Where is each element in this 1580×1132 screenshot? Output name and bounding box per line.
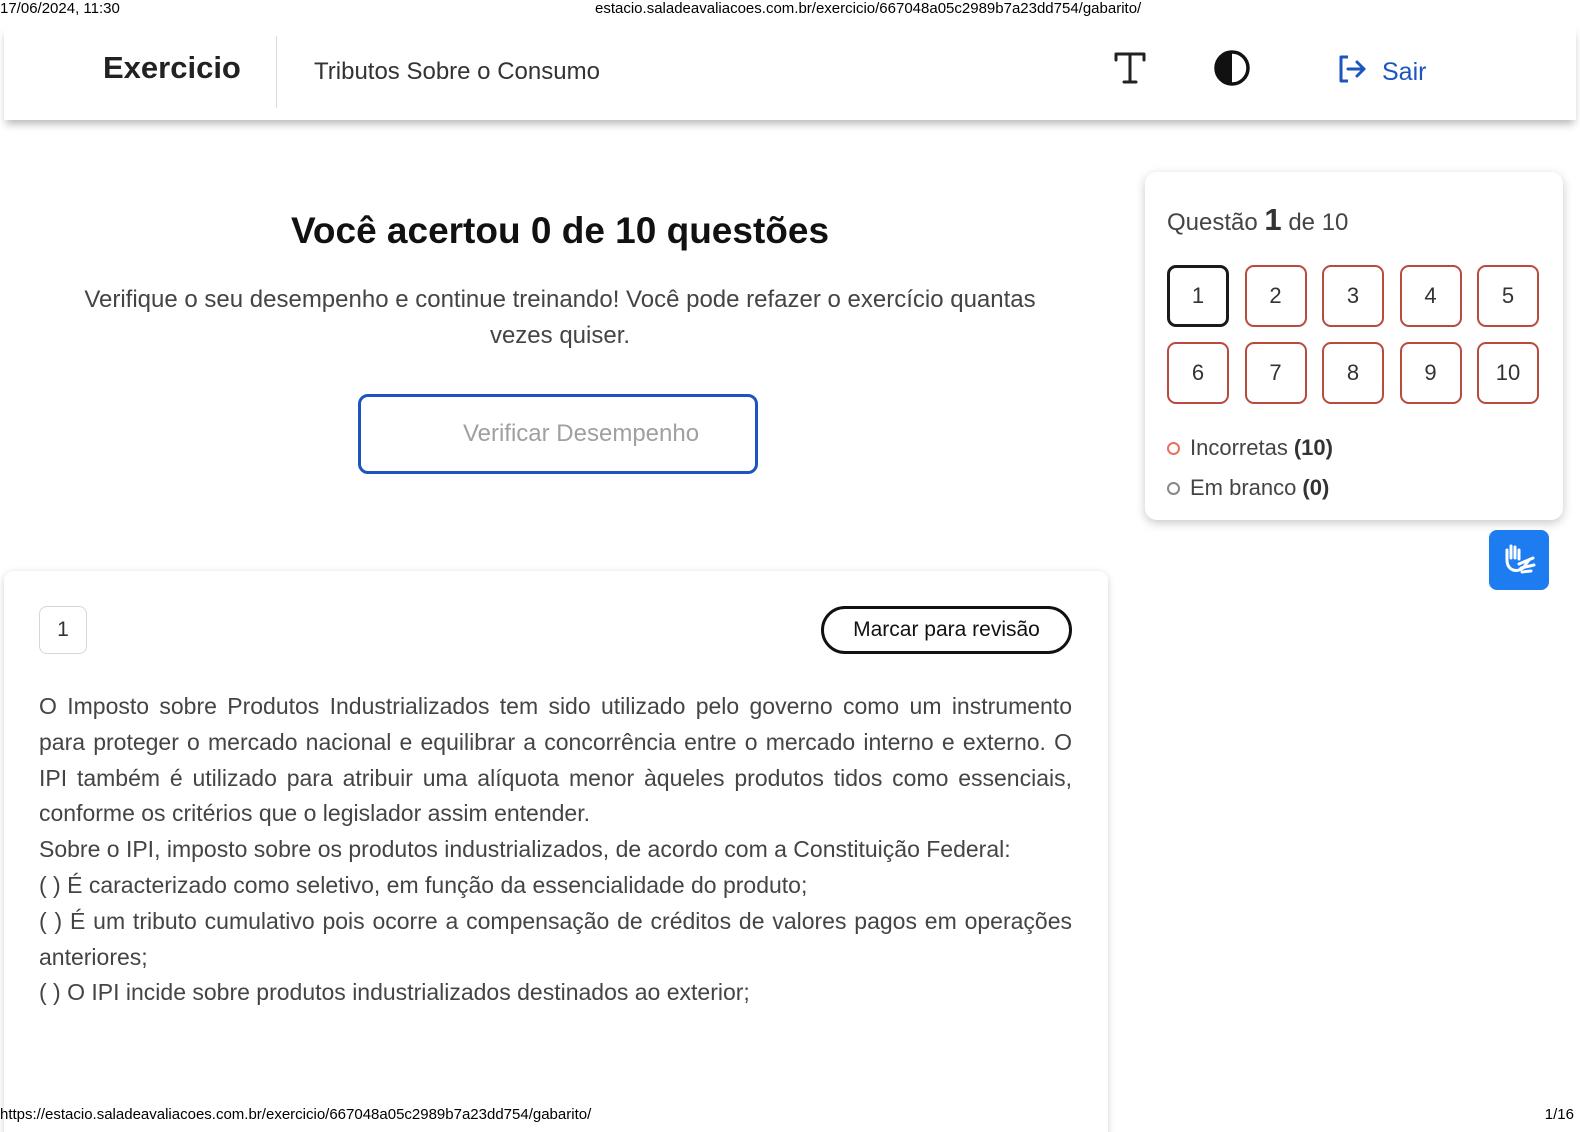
sign-language-icon: [1499, 538, 1539, 583]
question-button-7[interactable]: 7: [1244, 342, 1307, 404]
legend-blank-count: (0): [1302, 475, 1330, 500]
print-header: 17/06/2024, 11:30 estacio.saladeavaliaco…: [0, 0, 1580, 18]
question-statement: ( ) O IPI incide sobre produtos industri…: [39, 979, 750, 1006]
incorrect-dot-icon: [1167, 441, 1180, 455]
sign-language-button[interactable]: [1489, 530, 1549, 590]
print-datetime: 17/06/2024, 11:30: [0, 0, 120, 17]
question-button-4[interactable]: 4: [1399, 265, 1462, 327]
question-button-5[interactable]: 5: [1477, 265, 1539, 327]
check-performance-button[interactable]: Verificar Desempenho: [358, 394, 758, 474]
question-number: 1: [39, 606, 87, 654]
navigator-legend: Incorretas (10) Em branco (0): [1167, 428, 1333, 508]
blank-dot-icon: [1167, 481, 1180, 495]
question-button-1[interactable]: 1: [1167, 265, 1229, 327]
question-button-3[interactable]: 3: [1322, 265, 1384, 327]
question-statement: ( ) É um tributo cumulativo pois ocorre …: [39, 907, 1072, 970]
question-navigator: Questão 1 de 10 1 2 3 4 5 6 7 8 9 10 Inc…: [1145, 172, 1563, 520]
question-text: O Imposto sobre Produtos Industrializado…: [39, 689, 1072, 1011]
legend-incorrect: Incorretas (10): [1167, 428, 1333, 468]
result-summary: Você acertou 0 de 10 questões Verifique …: [20, 210, 1100, 354]
question-paragraph: Sobre o IPI, imposto sobre os produtos i…: [39, 836, 1011, 863]
mark-for-review-button[interactable]: Marcar para revisão: [821, 606, 1072, 654]
navigator-title: Questão 1 de 10: [1167, 202, 1348, 238]
navigator-prefix: Questão: [1167, 209, 1258, 236]
legend-incorrect-count: (10): [1293, 435, 1333, 460]
question-paragraph: O Imposto sobre Produtos Industrializado…: [39, 693, 1072, 827]
text-size-icon[interactable]: [1112, 48, 1148, 88]
print-footer-url: https://estacio.saladeavaliacoes.com.br/…: [0, 1106, 592, 1123]
result-title: Você acertou 0 de 10 questões: [290, 210, 830, 251]
legend-blank-label: Em branco: [1190, 475, 1297, 500]
top-header: Exercicio Tributos Sobre o Consumo Sair: [4, 26, 1576, 120]
question-button-2[interactable]: 2: [1244, 265, 1307, 327]
question-statement: ( ) É caracterizado como seletivo, em fu…: [39, 871, 808, 898]
question-button-6[interactable]: 6: [1167, 342, 1229, 404]
print-page-number: 1/16: [1544, 1106, 1574, 1123]
navigator-current: 1: [1264, 202, 1282, 237]
navigator-suffix: de 10: [1288, 209, 1349, 236]
logout-button[interactable]: Sair: [1336, 54, 1426, 90]
legend-blank: Em branco (0): [1167, 468, 1333, 508]
result-subtitle: Verifique o seu desempenho e continue tr…: [84, 286, 1036, 349]
question-button-9[interactable]: 9: [1399, 342, 1462, 404]
question-grid: 1 2 3 4 5 6 7 8 9 10: [1167, 265, 1542, 404]
question-button-10[interactable]: 10: [1477, 342, 1539, 404]
brand-title: Exercicio: [103, 50, 241, 85]
logout-label: Sair: [1382, 57, 1427, 86]
print-footer: https://estacio.saladeavaliacoes.com.br/…: [0, 1106, 1580, 1126]
print-url: estacio.saladeavaliacoes.com.br/exercici…: [595, 0, 1142, 17]
question-button-8[interactable]: 8: [1322, 342, 1384, 404]
legend-incorrect-label: Incorretas: [1190, 435, 1288, 460]
exercise-subject: Tributos Sobre o Consumo: [314, 58, 600, 85]
header-divider: [276, 36, 277, 108]
logout-icon: [1336, 53, 1368, 92]
contrast-icon[interactable]: [1212, 48, 1252, 88]
question-card: 1 Marcar para revisão O Imposto sobre Pr…: [4, 571, 1108, 1132]
